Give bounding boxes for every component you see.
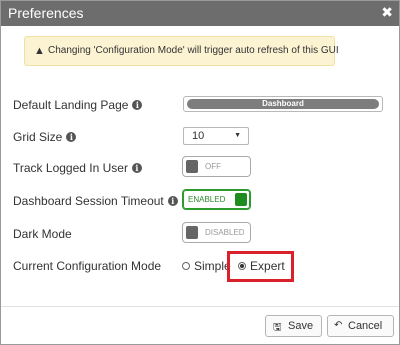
toggle-knob (235, 193, 247, 206)
title-bar: Preferences ✖ (1, 1, 399, 26)
warning-alert: ▲ Changing 'Configuration Mode' will tri… (24, 36, 339, 66)
info-icon: i (66, 132, 77, 142)
grid-size-label: Grid Size i (13, 130, 77, 144)
chevron-down-icon: ▼ (234, 132, 241, 139)
dark-mode-toggle[interactable]: DISABLED (182, 222, 251, 243)
close-icon[interactable]: ✖ (381, 4, 393, 21)
grid-size-label-text: Grid Size (13, 130, 63, 144)
preferences-dialog: Preferences ✖ ▲ Changing 'Configuration … (0, 0, 400, 345)
radio-simple-circle[interactable] (182, 262, 190, 270)
dark-mode-label-text: Dark Mode (13, 227, 72, 241)
session-timeout-label-text: Dashboard Session Timeout (13, 194, 164, 208)
dark-mode-state: DISABLED (205, 228, 245, 237)
config-mode-label-text: Current Configuration Mode (13, 259, 162, 273)
grid-size-select[interactable]: 10 ▼ (183, 127, 249, 145)
save-button-label: Save (288, 320, 314, 332)
session-timeout-toggle[interactable]: ENABLED (182, 189, 251, 210)
track-user-label-text: Track Logged In User (13, 161, 128, 175)
undo-icon: ↶ (334, 320, 343, 331)
save-button[interactable]: 🖫 Save (265, 315, 322, 337)
alert-text: Changing 'Configuration Mode' will trigg… (48, 45, 339, 56)
session-timeout-label: Dashboard Session Timeout i (13, 194, 178, 208)
landing-page-value: Dashboard (187, 99, 379, 109)
highlight-box (227, 251, 294, 282)
info-icon: i (132, 100, 143, 110)
track-user-label: Track Logged In User i (13, 161, 142, 175)
info-icon: i (167, 196, 178, 206)
radio-simple-label: Simple (194, 259, 231, 273)
save-icon: 🖫 (273, 322, 282, 333)
toggle-knob (186, 226, 198, 239)
track-user-toggle[interactable]: OFF (182, 156, 251, 177)
session-timeout-state: ENABLED (188, 195, 226, 204)
landing-page-label-text: Default Landing Page (13, 98, 129, 112)
dialog-title: Preferences (8, 5, 84, 21)
warning-icon: ▲ (34, 45, 45, 57)
footer-divider (1, 306, 399, 307)
config-mode-label: Current Configuration Mode (13, 259, 161, 273)
grid-size-value: 10 (192, 130, 205, 142)
track-user-state: OFF (205, 162, 221, 171)
info-icon: i (131, 163, 142, 173)
landing-page-select[interactable]: Dashboard (183, 96, 383, 112)
landing-page-label: Default Landing Page i (13, 98, 143, 112)
cancel-button-label: Cancel (348, 320, 383, 332)
cancel-button[interactable]: ↶ Cancel (327, 315, 394, 337)
dark-mode-label: Dark Mode (13, 227, 72, 241)
toggle-knob (186, 160, 198, 173)
